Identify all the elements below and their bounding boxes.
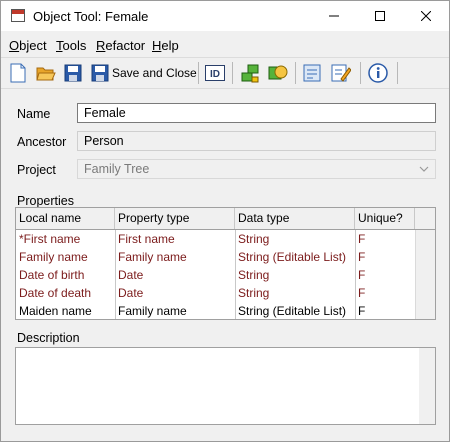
table-row[interactable]: Date of birth Date String F xyxy=(16,266,416,284)
table-cell: Family name xyxy=(19,250,88,264)
toolbar-separator xyxy=(360,62,361,84)
menu-refactor[interactable]: Refactor xyxy=(96,38,145,53)
new-document-icon xyxy=(10,63,26,83)
col-local-name[interactable]: Local name xyxy=(16,208,115,229)
table-cell: Date xyxy=(118,286,144,300)
info-icon xyxy=(368,63,388,83)
description-scrollbar[interactable] xyxy=(419,348,435,424)
table-cell: String (Editable List) xyxy=(238,250,347,264)
menu-tools[interactable]: Tools xyxy=(56,38,86,53)
table-cell: Date xyxy=(118,268,144,282)
table-cell: Date of birth xyxy=(19,268,85,282)
toolbar-separator xyxy=(232,62,233,84)
id-button[interactable]: ID xyxy=(205,62,225,84)
table-row[interactable]: Family name Family name String (Editable L… xyxy=(16,248,416,266)
id-icon-label: ID xyxy=(210,69,220,80)
open-folder-icon xyxy=(36,67,56,81)
maximize-button[interactable] xyxy=(357,1,403,31)
properties-scrollbar[interactable] xyxy=(415,230,435,319)
close-button[interactable] xyxy=(403,1,449,31)
object-shapes-icon xyxy=(268,65,288,80)
properties-label: Properties xyxy=(17,194,74,208)
toolbar: Save and Close ID xyxy=(1,57,449,89)
table-cell: F xyxy=(358,286,366,300)
table-row[interactable]: *First name First name String F xyxy=(16,230,416,248)
graph-button[interactable] xyxy=(240,62,260,84)
open-button[interactable] xyxy=(36,62,56,84)
properties-view-button[interactable] xyxy=(303,62,321,84)
edit-pencil-icon xyxy=(331,64,351,82)
table-cell: Date of death xyxy=(19,286,92,300)
table-row[interactable]: Maiden name Family name String (Editable L… xyxy=(16,302,416,320)
menu-help[interactable]: Help xyxy=(152,38,179,53)
minimize-button[interactable] xyxy=(311,1,357,31)
table-row[interactable]: Date of death Date String F xyxy=(16,284,416,302)
table-cell: Family name xyxy=(118,304,187,318)
objects-button[interactable] xyxy=(268,62,288,84)
save-and-close-label: Save and Close xyxy=(112,66,197,80)
ancestor-label: Ancestor xyxy=(17,135,67,149)
project-select: Family Tree xyxy=(77,159,436,179)
form-view-icon xyxy=(303,64,321,82)
properties-header: Local name Property type Data type Uniqu… xyxy=(16,208,435,230)
ancestor-field: Person xyxy=(77,131,436,151)
toolbar-separator xyxy=(397,62,398,84)
table-cell: String (Editable List) xyxy=(238,304,347,318)
description-label: Description xyxy=(17,331,80,345)
name-label: Name xyxy=(17,107,51,121)
save-disk-icon xyxy=(64,64,82,82)
info-button[interactable] xyxy=(368,62,388,84)
table-cell: String xyxy=(238,232,270,246)
col-property-type[interactable]: Property type xyxy=(115,208,235,229)
table-cell: Maiden name xyxy=(19,304,92,318)
graph-objects-icon xyxy=(241,64,259,83)
toolbar-separator xyxy=(295,62,296,84)
app-window-icon xyxy=(11,9,25,22)
col-unique[interactable]: Unique? xyxy=(355,208,415,229)
table-cell: String xyxy=(238,268,270,282)
project-label: Project xyxy=(17,163,56,177)
name-input[interactable]: Female xyxy=(77,103,436,123)
table-cell: Family name xyxy=(118,250,187,264)
properties-grid: Local name Property type Data type Uniqu… xyxy=(15,207,436,320)
id-icon: ID xyxy=(205,65,225,81)
chevron-down-icon xyxy=(419,166,429,172)
menu-object[interactable]: Object xyxy=(9,38,47,53)
table-cell: F xyxy=(358,250,366,264)
object-tool-window: Object Tool: Female Object Tools Refacto… xyxy=(0,0,450,442)
title-bar: Object Tool: Female xyxy=(1,1,449,31)
table-cell: String xyxy=(238,286,270,300)
save-button[interactable] xyxy=(64,62,82,84)
new-button[interactable] xyxy=(9,62,27,84)
save-and-close-button[interactable]: Save and Close xyxy=(91,62,197,84)
table-cell: First name xyxy=(118,232,175,246)
save-disk-icon xyxy=(91,64,109,82)
table-cell: F xyxy=(358,304,366,318)
close-icon xyxy=(421,11,431,21)
menu-bar: Object Tools Refactor Help xyxy=(1,34,449,56)
table-cell: F xyxy=(358,268,366,282)
col-data-type[interactable]: Data type xyxy=(235,208,355,229)
maximize-icon xyxy=(375,11,385,21)
description-textarea[interactable] xyxy=(15,347,436,425)
minimize-icon xyxy=(329,15,339,17)
table-cell: F xyxy=(358,232,366,246)
toolbar-separator xyxy=(198,62,199,84)
project-select-value: Family Tree xyxy=(84,162,150,176)
edit-button[interactable] xyxy=(331,62,351,84)
table-cell: *First name xyxy=(19,232,81,246)
window-title: Object Tool: Female xyxy=(33,9,149,24)
